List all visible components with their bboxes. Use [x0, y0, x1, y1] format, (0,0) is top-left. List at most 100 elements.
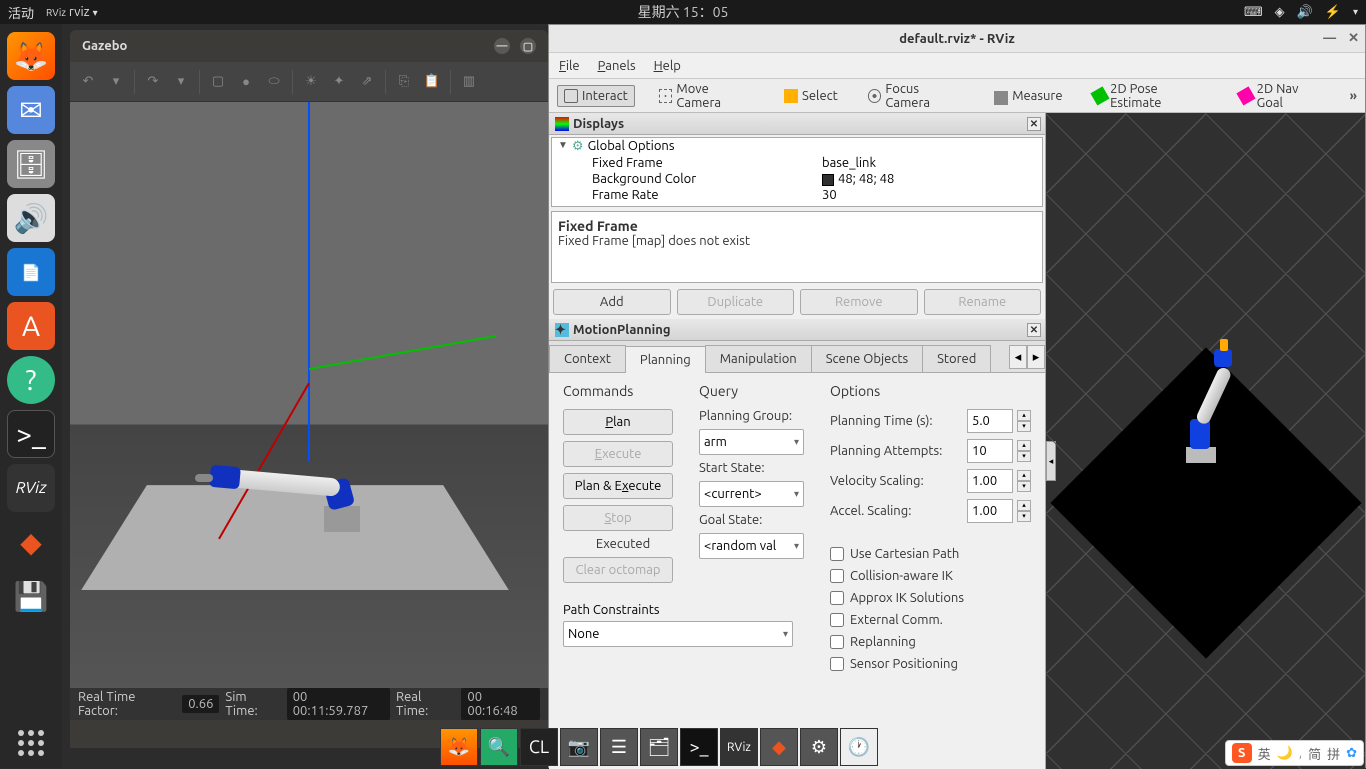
gazebo-titlebar[interactable]: Gazebo — ▢ — [70, 30, 548, 62]
tool-move-camera[interactable]: Move Camera — [653, 79, 760, 113]
clock[interactable]: 星期六 15：05 — [638, 2, 729, 22]
plan-execute-button[interactable]: Plan & Execute — [563, 473, 673, 499]
fixed-frame-row[interactable]: Fixed Framebase_link — [552, 155, 1042, 171]
tab-manipulation[interactable]: Manipulation — [705, 345, 812, 372]
tb-terminal[interactable]: >_ — [680, 728, 718, 766]
light-point-icon[interactable]: ☀ — [299, 70, 323, 94]
approx-ik-checkbox[interactable] — [830, 591, 844, 605]
paste-icon[interactable]: 📋 — [420, 70, 444, 94]
add-button[interactable]: Add — [553, 289, 671, 315]
undo-dd[interactable]: ▾ — [104, 70, 128, 94]
dock-writer[interactable]: 📄 — [7, 248, 55, 296]
displays-tree[interactable]: ▼⚙Global Options Fixed Framebase_link Ba… — [551, 137, 1043, 207]
light-spot-icon[interactable]: ✦ — [327, 70, 351, 94]
planning-attempts-input[interactable]: 10 — [967, 439, 1013, 463]
menu-help[interactable]: Help — [654, 59, 681, 73]
global-options-row[interactable]: ▼⚙Global Options — [552, 138, 1042, 155]
cartesian-checkbox[interactable] — [830, 547, 844, 561]
keyboard-icon[interactable]: ⌨ — [1244, 5, 1263, 20]
tb-firefox[interactable]: 🦊 — [440, 728, 478, 766]
tab-planning[interactable]: Planning — [625, 346, 706, 373]
tab-scroll-left[interactable]: ◂ — [1009, 345, 1027, 369]
box-icon[interactable]: ▢ — [206, 70, 230, 94]
dock-thunderbird[interactable]: ✉ — [7, 86, 55, 134]
tool-overflow[interactable]: » — [1350, 89, 1357, 103]
velocity-scaling-input[interactable]: 1.00 — [967, 469, 1013, 493]
align-icon[interactable]: ▥ — [457, 70, 481, 94]
volume-icon[interactable]: 🔊 — [1297, 5, 1313, 20]
dock-help[interactable]: ? — [7, 356, 55, 404]
motionplanning-header[interactable]: ✦ MotionPlanning ✕ — [549, 319, 1045, 341]
tool-select[interactable]: Select — [778, 86, 844, 106]
copy-icon[interactable]: ⎘ — [392, 70, 416, 94]
cylinder-icon[interactable]: ⬭ — [262, 70, 286, 94]
light-dir-icon[interactable]: ⇗ — [355, 70, 379, 94]
tb-clion[interactable]: CL — [520, 728, 558, 766]
planning-group-combo[interactable]: arm — [699, 429, 804, 455]
tb-app2[interactable]: ⚙ — [800, 728, 838, 766]
tb-gazebo[interactable]: ◆ — [760, 728, 798, 766]
replanning-checkbox[interactable] — [830, 635, 844, 649]
tb-clock[interactable]: 🕐 — [840, 728, 878, 766]
ime-layout[interactable]: 简 — [1308, 744, 1321, 763]
dock-files[interactable]: 🗄 — [7, 140, 55, 188]
minimize-button[interactable]: — — [1323, 31, 1336, 46]
tool-interact[interactable]: Interact — [557, 85, 635, 107]
collision-checkbox[interactable] — [830, 569, 844, 583]
sphere-icon[interactable]: ● — [234, 70, 258, 94]
tb-app1[interactable]: ☰ — [600, 728, 638, 766]
dock-rhythmbox[interactable]: 🔊 — [7, 194, 55, 242]
dock-removable[interactable]: 💾 — [7, 572, 55, 620]
close-button[interactable]: ✕ — [1348, 31, 1359, 46]
tab-stored[interactable]: Stored — [922, 345, 991, 372]
dock-firefox[interactable]: 🦊 — [7, 32, 55, 80]
tb-files[interactable]: 🗂 — [640, 728, 678, 766]
activities-button[interactable]: 活动 — [8, 3, 34, 22]
gazebo-viewport[interactable] — [70, 102, 548, 688]
ime-lang[interactable]: 英 — [1258, 744, 1271, 763]
tb-rviz[interactable]: RViz — [720, 728, 758, 766]
dock-terminal[interactable]: >_ — [7, 410, 55, 458]
dock-rviz[interactable]: RViz — [7, 464, 55, 512]
tab-context[interactable]: Context — [549, 345, 626, 372]
dock-software[interactable]: A — [7, 302, 55, 350]
dock-apps-grid[interactable] — [18, 730, 44, 756]
frame-rate-row[interactable]: Frame Rate30 — [552, 187, 1042, 203]
maximize-button[interactable]: ▢ — [520, 38, 536, 54]
displays-header[interactable]: Displays ✕ — [549, 113, 1045, 135]
app-indicator[interactable]: RViz rviz ▾ — [46, 5, 98, 19]
plan-button[interactable]: Plan — [563, 409, 673, 435]
menu-file[interactable]: File — [559, 59, 580, 73]
tab-scene-objects[interactable]: Scene Objects — [811, 345, 923, 372]
rviz-titlebar[interactable]: default.rviz* - RViz — ✕ — [549, 25, 1365, 53]
sensor-pos-checkbox[interactable] — [830, 657, 844, 671]
menu-panels[interactable]: Panels — [598, 59, 636, 73]
dock-gazebo[interactable]: ◆ — [7, 518, 55, 566]
ime-settings-icon[interactable]: ✿ — [1346, 746, 1357, 761]
tb-screenshot[interactable]: 📷 — [560, 728, 598, 766]
ime-mode[interactable]: 拼 — [1327, 744, 1340, 763]
tb-search[interactable]: 🔍 — [480, 728, 518, 766]
close-icon[interactable]: ✕ — [1027, 117, 1041, 131]
undo-icon[interactable]: ↶ — [76, 70, 100, 94]
minimize-button[interactable]: — — [494, 38, 510, 54]
tab-scroll-right[interactable]: ▸ — [1027, 345, 1045, 369]
accel-scaling-input[interactable]: 1.00 — [967, 499, 1013, 523]
tool-2d-nav[interactable]: 2D Nav Goal — [1233, 79, 1332, 113]
planning-time-input[interactable]: 5.0 — [967, 409, 1013, 433]
spin-down[interactable]: ▾ — [1017, 421, 1031, 432]
redo-dd[interactable]: ▾ — [169, 70, 193, 94]
spin-up[interactable]: ▴ — [1017, 410, 1031, 421]
start-state-combo[interactable]: <current> — [699, 481, 804, 507]
redo-icon[interactable]: ↷ — [141, 70, 165, 94]
system-menu-icon[interactable]: ▾ — [1353, 6, 1358, 18]
tool-measure[interactable]: Measure — [988, 84, 1068, 108]
ime-panel[interactable]: S 英 🌙 , 简 拼 ✿ — [1225, 740, 1364, 766]
goal-state-combo[interactable]: <random val — [699, 533, 804, 559]
battery-icon[interactable]: ⚡ — [1325, 5, 1341, 20]
tool-focus-camera[interactable]: Focus Camera — [862, 79, 970, 113]
wifi-icon[interactable]: ◈ — [1275, 5, 1285, 20]
rviz-viewport[interactable]: ◂ — [1046, 113, 1365, 769]
tool-2d-pose[interactable]: 2D Pose Estimate — [1087, 79, 1216, 113]
external-comm-checkbox[interactable] — [830, 613, 844, 627]
